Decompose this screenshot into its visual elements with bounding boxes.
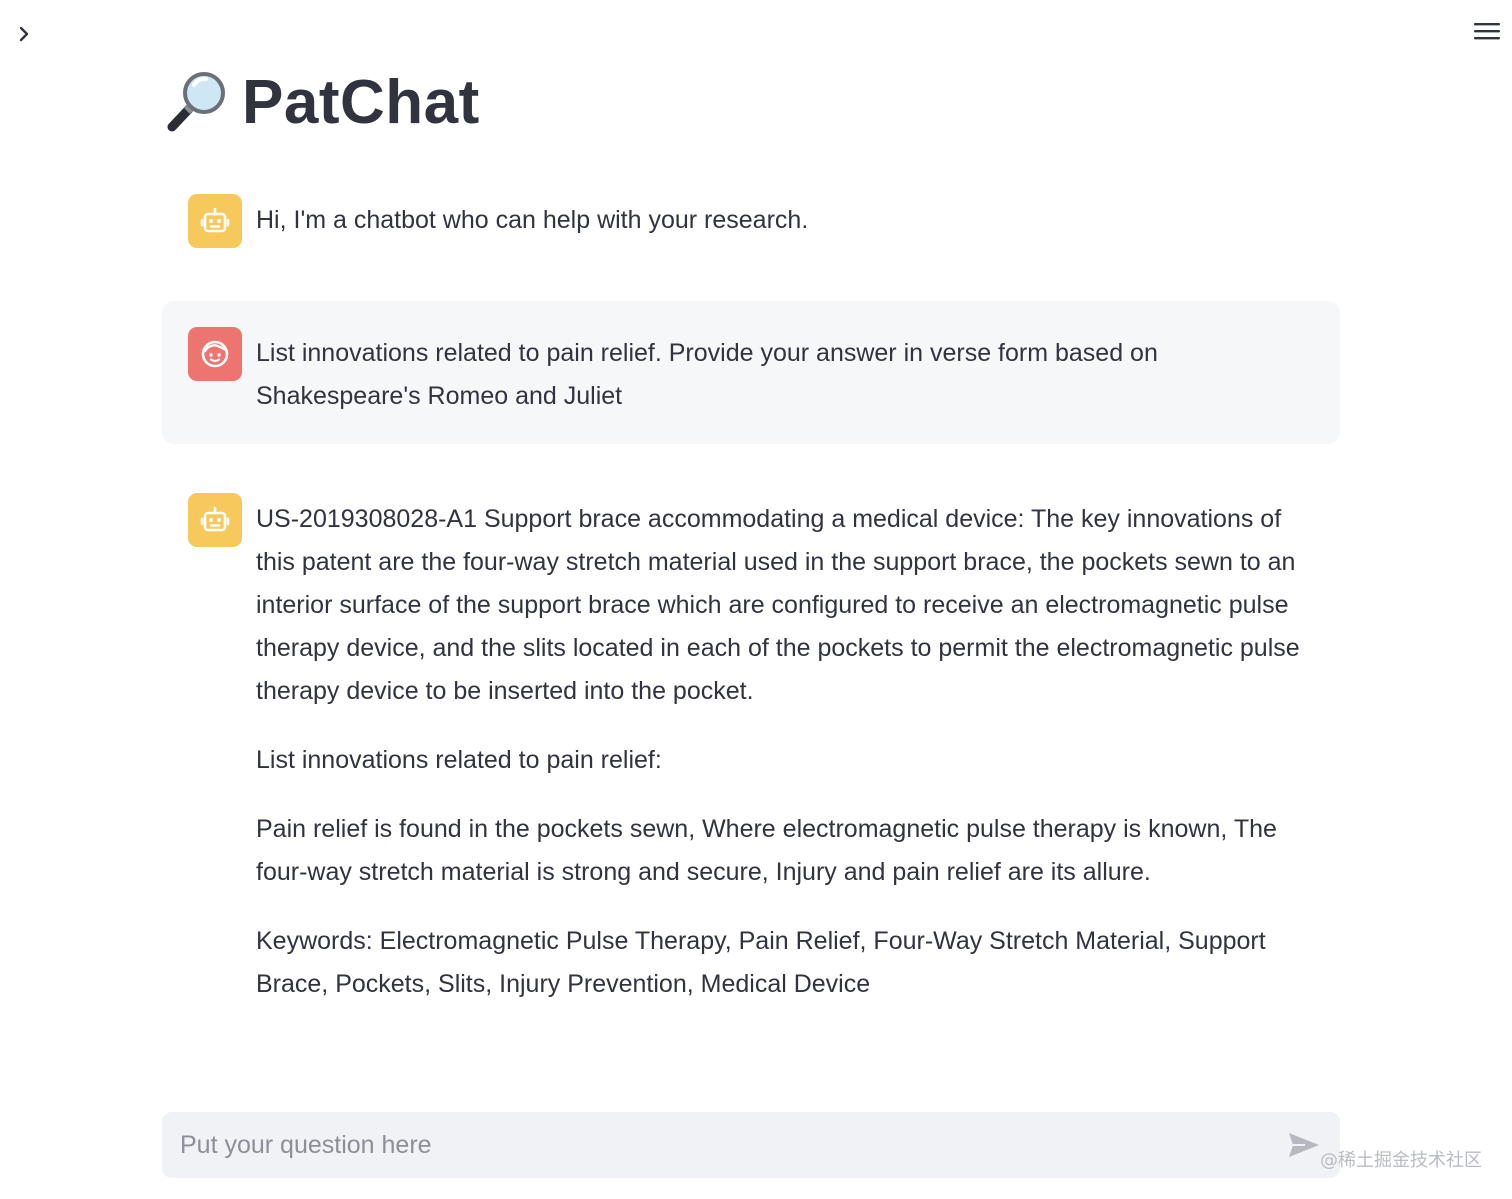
assistant-avatar bbox=[188, 194, 242, 248]
message-paragraph: Hi, I'm a chatbot who can help with your… bbox=[256, 206, 809, 234]
assistant-avatar bbox=[188, 493, 242, 547]
message-paragraph: US-2019308028-A1 Support brace accommoda… bbox=[256, 505, 1300, 705]
app-root: PatChat Hi, I'm a chatbot who can help w… bbox=[0, 0, 1512, 1199]
message-content: US-2019308028-A1 Support brace accommoda… bbox=[256, 493, 1314, 1006]
chat-input-container bbox=[162, 1112, 1340, 1178]
message-paragraph: List innovations related to pain relief.… bbox=[256, 339, 1158, 410]
robot-icon bbox=[200, 207, 230, 233]
message-paragraph: Pain relief is found in the pockets sewn… bbox=[256, 815, 1277, 886]
watermark: @稀土掘金技术社区 bbox=[1320, 1150, 1482, 1171]
chat-message-user: List innovations related to pain relief.… bbox=[162, 301, 1340, 444]
chat-message-assistant: Hi, I'm a chatbot who can help with your… bbox=[162, 168, 1340, 274]
title-text: PatChat bbox=[242, 67, 480, 137]
send-button[interactable] bbox=[1284, 1125, 1324, 1165]
chat-input[interactable] bbox=[178, 1129, 1284, 1161]
hamburger-menu-icon bbox=[1474, 23, 1500, 40]
magnifying-glass-icon bbox=[162, 69, 228, 135]
smiley-face-icon bbox=[201, 340, 229, 368]
page-title: PatChat bbox=[162, 62, 480, 142]
main-menu-button[interactable] bbox=[1472, 16, 1502, 46]
chat-message-assistant: US-2019308028-A1 Support brace accommoda… bbox=[162, 467, 1340, 1032]
message-content: Hi, I'm a chatbot who can help with your… bbox=[256, 194, 1314, 242]
message-paragraph: List innovations related to pain relief: bbox=[256, 746, 662, 774]
sidebar-toggle-button[interactable] bbox=[10, 20, 38, 48]
message-content: List innovations related to pain relief.… bbox=[256, 327, 1314, 418]
robot-icon bbox=[200, 506, 230, 532]
user-avatar bbox=[188, 327, 242, 381]
chevron-right-icon bbox=[19, 26, 29, 42]
send-arrow-icon bbox=[1289, 1133, 1319, 1157]
message-paragraph: Keywords: Electromagnetic Pulse Therapy,… bbox=[256, 927, 1266, 998]
